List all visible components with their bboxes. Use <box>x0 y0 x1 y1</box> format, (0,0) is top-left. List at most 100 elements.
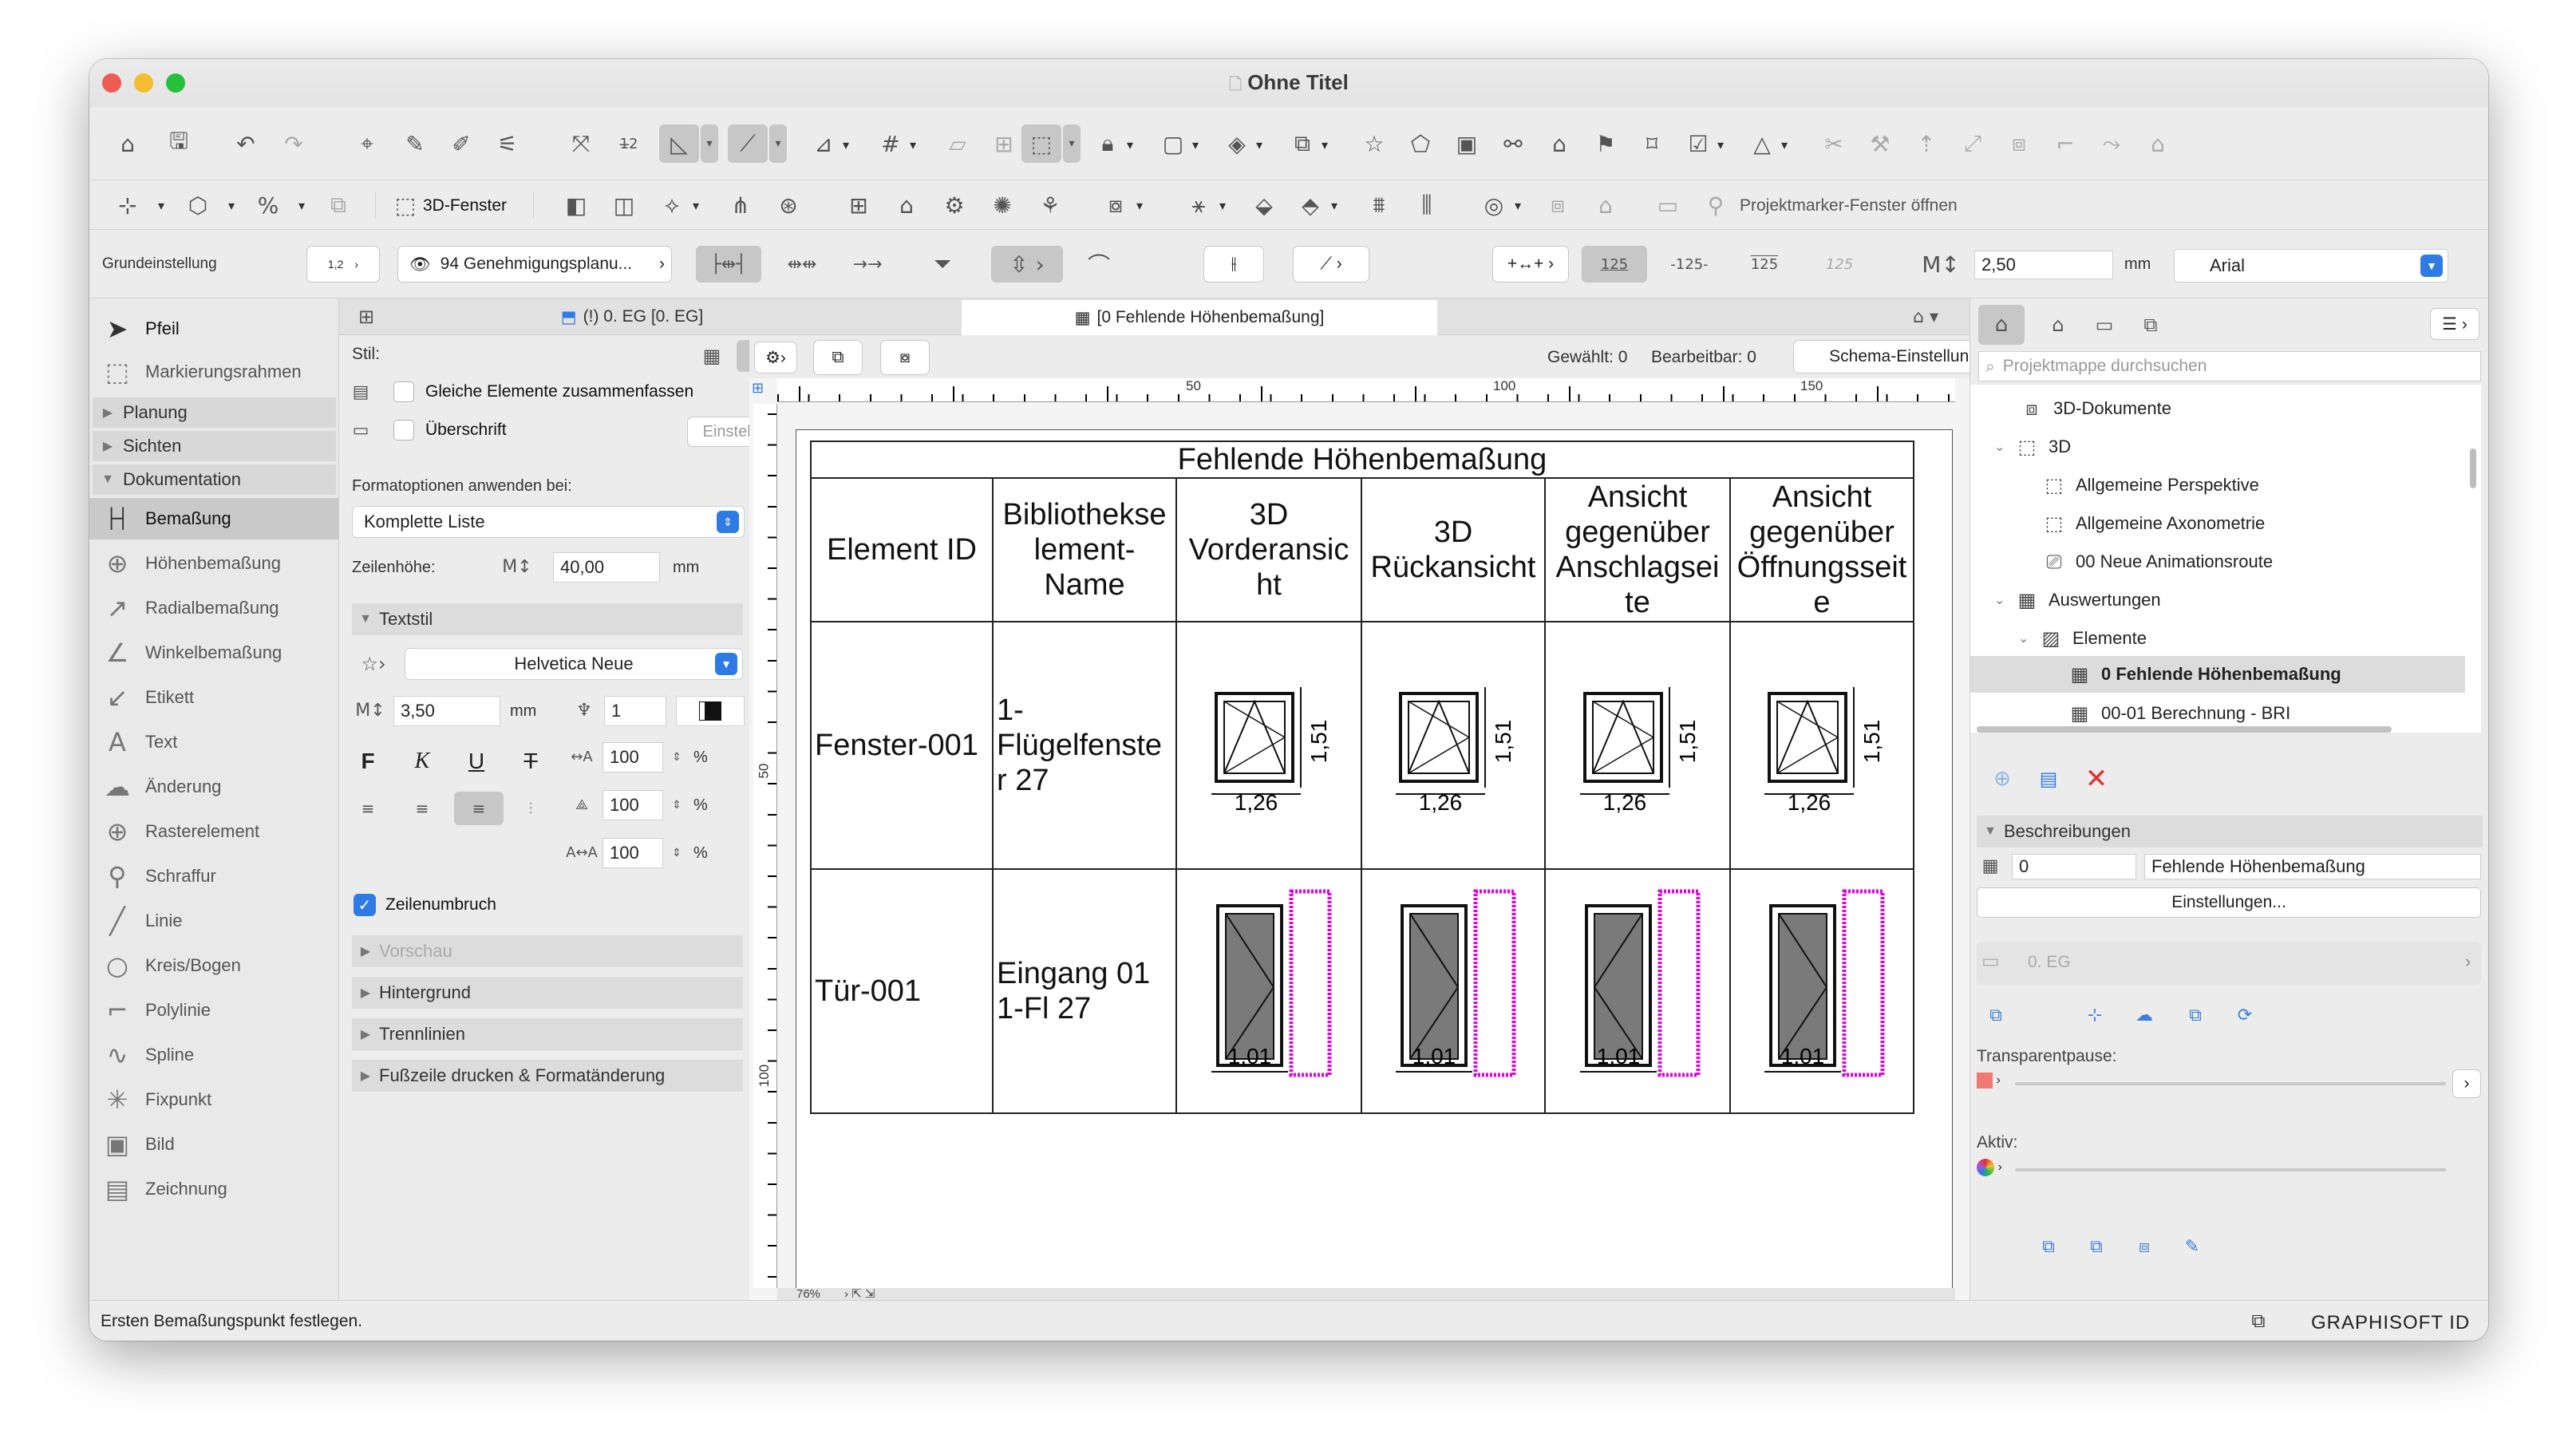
active-slider[interactable] <box>2015 1168 2446 1171</box>
font-select[interactable]: Arial ▼ <box>2174 249 2448 283</box>
clean-icon[interactable]: ⬠ <box>1405 128 1436 160</box>
column-header[interactable]: Ansicht gegenüber Anschlagsei te <box>1544 477 1731 622</box>
tool-polyline[interactable]: ⌐ Polylinie <box>89 990 339 1031</box>
tool-hotspot[interactable]: ✳ Fixpunkt <box>89 1079 339 1120</box>
graphisoft-id-button[interactable]: GRAPHISOFT ID <box>2311 1312 2470 1334</box>
magic-wand-icon[interactable]: ⚟ <box>492 128 523 160</box>
transparency-slider[interactable] <box>2015 1082 2446 1085</box>
fill-icon[interactable]: ⧇ <box>1100 190 1132 220</box>
edit-icon[interactable]: ✎ <box>2178 1232 2207 1261</box>
chevron-down-icon[interactable]: ▾ <box>228 198 235 213</box>
baseline-icon[interactable]: ⏷ <box>915 246 970 283</box>
tool-angle-dimension[interactable]: ∠ Winkelbemaßung <box>89 632 339 674</box>
layout-book-icon[interactable]: ▭ <box>2088 308 2120 342</box>
heading-checkbox[interactable] <box>393 420 414 441</box>
delete-icon[interactable]: ✕ <box>2082 763 2111 795</box>
checklist-icon[interactable]: ☑ <box>1682 128 1714 160</box>
tool-pointer[interactable]: ➤ Pfeil <box>89 308 339 350</box>
link-icon[interactable]: ⚯ <box>1497 128 1529 160</box>
image-icon[interactable]: ▣ <box>1451 128 1483 160</box>
schedule-id-input[interactable]: 0 <box>2012 854 2136 879</box>
strikethrough-button[interactable]: T <box>515 745 547 777</box>
tool-radial-dimension[interactable]: ↗ Radialbemaßung <box>89 587 339 629</box>
pen-input[interactable]: 1 <box>604 696 666 726</box>
tool-marquee[interactable]: ⬚ Markierungsrahmen <box>89 351 339 393</box>
measure-icon[interactable]: 1̶2 <box>613 128 645 160</box>
window-grid-icon[interactable]: ⊞ <box>350 302 382 332</box>
plane-icon[interactable]: ▱ <box>942 128 974 160</box>
chevron-down-icon[interactable]: ▾ <box>1331 198 1337 213</box>
project-search-input[interactable]: ⌕ Projektmappe durchsuchen <box>1978 351 2481 381</box>
section-dividers[interactable]: ▶ Trennlinien <box>352 1018 743 1050</box>
tool-grid-element[interactable]: ⊕ Rasterelement <box>89 811 339 852</box>
add-marker-icon[interactable]: ⊹ <box>2080 1001 2109 1029</box>
color-wheel[interactable]: › <box>1977 1159 2009 1181</box>
publish-icon[interactable]: ⧉ <box>2034 1232 2063 1261</box>
dimension-direction-button[interactable]: +↔+ › <box>1492 246 1569 283</box>
color-swatch[interactable]: › <box>1977 1073 2009 1095</box>
table-style-icon[interactable]: ▦ <box>693 342 730 370</box>
railing-icon[interactable]: ⫼ <box>1411 190 1443 220</box>
tab-schedule[interactable]: ▦ [0 Fehlende Höhenbemaßung] <box>962 300 1437 335</box>
stepper-icon[interactable]: ⇕ <box>668 838 685 868</box>
navigator-settings-button[interactable]: Einstellungen... <box>1977 887 2481 918</box>
zoom-selection-icon[interactable]: ⧇ <box>880 340 930 375</box>
section-descriptions[interactable]: ▼ Beschreibungen <box>1977 816 2483 848</box>
view-options-icon[interactable]: ⌂ ▾ <box>1895 302 1956 332</box>
tree-item-animation-route[interactable]: ⎚ 00 Neue Animationsroute <box>2041 551 2273 573</box>
column-header[interactable]: Ansicht gegenüber Öffnungsseit e <box>1729 477 1914 622</box>
pen-color-swatch[interactable] <box>676 696 745 726</box>
solid-icon[interactable]: ⬘ <box>1294 190 1326 220</box>
mirror-icon[interactable]: ⧈ <box>2003 128 2035 160</box>
bold-button[interactable]: F <box>352 745 384 777</box>
chevron-down-icon[interactable]: ▾ <box>1515 198 1521 213</box>
tree-item-volume-calc[interactable]: ▦ 00-01 Berechnung - BRI <box>2066 702 2291 725</box>
grid-box-icon[interactable]: ⊞ <box>843 190 875 220</box>
add-icon[interactable]: ⊕ <box>1988 765 2017 793</box>
group-sichten[interactable]: ▶ Sichten <box>93 431 336 461</box>
grid-icon[interactable]: # <box>875 128 907 160</box>
chevron-down-icon[interactable]: ▾ <box>158 198 164 213</box>
flag-icon[interactable]: ⚑ <box>1590 128 1622 160</box>
favorites-icon[interactable]: ☆ <box>1358 128 1390 160</box>
cut-icon[interactable]: ✂ <box>1818 128 1850 160</box>
column-header[interactable]: 3D Vorderansic ht <box>1175 477 1362 622</box>
library-name-cell[interactable]: Eingang 01 1-Fl 27 <box>992 868 1177 1114</box>
column-header[interactable]: 3D Rückansicht <box>1361 477 1546 622</box>
dimension-type-icon[interactable]: ⇳ › <box>991 246 1063 283</box>
undo-icon[interactable]: ↶ <box>230 128 262 160</box>
floorplan-icon[interactable]: ⌂ <box>1543 128 1575 160</box>
zoom-level[interactable]: 76% <box>796 1287 820 1301</box>
text-font-select[interactable]: Helvetica Neue ▼ <box>405 648 743 680</box>
selection-box-icon[interactable]: ⬚ <box>1021 124 1061 163</box>
pick-icon[interactable]: ⌖ <box>351 128 383 160</box>
chevron-down-icon[interactable]: ▾ <box>1256 137 1262 152</box>
shape-icon[interactable]: ⬡ <box>182 190 214 220</box>
cube-icon[interactable]: ◫ <box>608 190 640 220</box>
arrow-dimension-icon[interactable]: →→ <box>840 246 895 283</box>
tag-icon[interactable]: ⌑ <box>1636 128 1668 160</box>
column-header[interactable]: Bibliothekse lement- Name <box>992 477 1177 622</box>
width-factor-input[interactable]: 100 <box>603 742 663 772</box>
ruler-origin-icon[interactable]: ⊞ <box>752 380 777 405</box>
view-map-icon[interactable]: ⌂ <box>2042 308 2074 342</box>
ring-icon[interactable]: ✺ <box>986 190 1018 220</box>
house-icon[interactable]: ⌂ <box>1590 190 1622 220</box>
refresh-icon[interactable]: ⟳ <box>2230 1001 2259 1029</box>
stepper-icon[interactable]: ⇕ <box>668 742 685 772</box>
text-below-icon[interactable]: 125 <box>1732 246 1797 283</box>
network-icon[interactable]: ⚘ <box>1034 190 1066 220</box>
copy-icon[interactable]: ⧉ <box>322 190 354 220</box>
transform-icon[interactable]: ⚹ <box>1183 190 1215 220</box>
align-left-icon[interactable]: ≡ <box>352 793 384 824</box>
fit-window-icon[interactable]: ⧉ <box>813 340 863 375</box>
tool-spline[interactable]: ∿ Spline <box>89 1034 339 1076</box>
layers-icon[interactable]: ⧉ <box>1286 128 1318 160</box>
marker-type-button[interactable]: ⟋ › <box>1293 246 1369 283</box>
window-icon[interactable]: ⧉ <box>2242 1306 2274 1336</box>
tree-item-perspective[interactable]: ⬚ Allgemeine Perspektive <box>2041 474 2259 496</box>
tree-item-3d[interactable]: ⌄ ⬚ 3D <box>1994 436 2071 458</box>
wrap-checkbox[interactable]: ✓ <box>354 894 376 916</box>
chained-dimension-icon[interactable]: ⇹⇹ <box>769 246 835 283</box>
explode-icon[interactable]: ⟡ <box>656 190 688 220</box>
